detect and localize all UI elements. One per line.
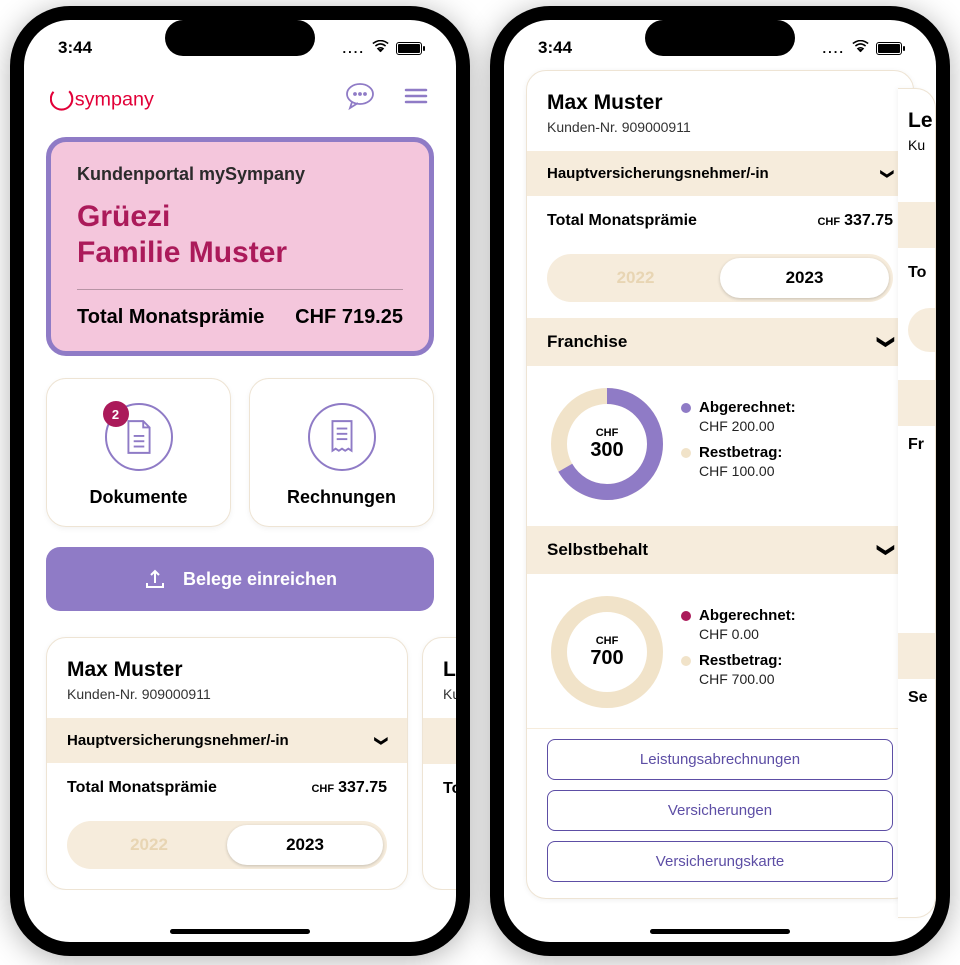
screen-1: 3:44 .... sympany [24, 20, 456, 942]
invoice-icon [308, 403, 376, 471]
tile-label: Dokumente [57, 487, 220, 508]
phone-frame-1: 3:44 .... sympany [10, 6, 470, 956]
premium-label: Total Monatsprämie [77, 306, 264, 329]
submit-label: Belege einreichen [183, 569, 337, 590]
year-toggle[interactable]: 2022 2023 [547, 254, 893, 302]
phone-frame-2: 3:44 .... Max Muster Kunden-Nr. 90900091… [490, 6, 950, 956]
greeting: GrüeziFamilie Muster [77, 199, 403, 271]
submit-receipts-button[interactable]: Belege einreichen [46, 547, 434, 611]
year-prev[interactable]: 2022 [71, 825, 227, 865]
franchise-block: CHF300 Abgerechnet: CHF 200.00 Restbetra… [527, 366, 913, 510]
member-name: Max Muster [67, 658, 387, 682]
badge-count: 2 [103, 401, 129, 427]
franchise-ring: CHF300 [547, 384, 667, 504]
tile-documents[interactable]: 2 Dokumente [46, 378, 231, 527]
chevron-down-icon: ❯ [374, 735, 390, 746]
tile-invoices[interactable]: Rechnungen [249, 378, 434, 527]
svg-text:sympany: sympany [75, 88, 154, 110]
member-number: Kunden-Nr. 909000911 [547, 119, 893, 135]
benefit-statements-button[interactable]: Leistungsabrechnungen [547, 739, 893, 780]
year-current[interactable]: 2023 [227, 825, 383, 865]
member-role-row[interactable]: Hauptversicherungsnehmer/-in ❯ [527, 151, 913, 196]
chat-icon[interactable] [344, 80, 376, 117]
member-card[interactable]: Max Muster Kunden-Nr. 909000911 Hauptver… [46, 637, 408, 890]
hero-card: Kundenportal mySympany GrüeziFamilie Mus… [46, 137, 434, 356]
wifi-icon [372, 40, 389, 57]
member-detail-card: Max Muster Kunden-Nr. 909000911 Hauptver… [526, 70, 914, 899]
deductible-header[interactable]: Selbstbehalt ❯ [527, 526, 913, 574]
year-toggle[interactable]: 2022 2023 [67, 821, 387, 869]
wifi-icon [852, 40, 869, 57]
screen-2: 3:44 .... Max Muster Kunden-Nr. 90900091… [504, 20, 936, 942]
status-dots: .... [343, 41, 365, 56]
insurance-card-button[interactable]: Versicherungskarte [547, 841, 893, 882]
year-prev[interactable]: 2022 [551, 258, 720, 298]
status-dots: .... [823, 41, 845, 56]
franchise-header[interactable]: Franchise ❯ [527, 318, 913, 366]
member-card-peek[interactable]: Le Ku To [422, 637, 456, 890]
member-name: Max Muster [547, 91, 893, 115]
portal-label: Kundenportal mySympany [77, 164, 403, 185]
battery-icon [396, 42, 422, 55]
status-time: 3:44 [58, 38, 92, 58]
status-time: 3:44 [538, 38, 572, 58]
notch [165, 20, 315, 56]
member-role-row[interactable]: Hauptversicherungsnehmer/-in ❯ [47, 718, 407, 763]
home-indicator[interactable] [170, 929, 310, 934]
insurances-button[interactable]: Versicherungen [547, 790, 893, 831]
chevron-down-icon: ❯ [880, 168, 896, 179]
deductible-block: CHF700 Abgerechnet: CHF 0.00 Restbetrag:… [527, 574, 913, 718]
member-premium-label: Total Monatsprämie [67, 779, 217, 797]
chevron-down-icon: ❯ [876, 543, 896, 557]
battery-icon [876, 42, 902, 55]
app-header: sympany [24, 58, 456, 127]
tile-label: Rechnungen [260, 487, 423, 508]
member-card-peek[interactable]: Le Ku To Fr Se [898, 88, 936, 918]
member-cards-scroll[interactable]: Max Muster Kunden-Nr. 909000911 Hauptver… [24, 611, 456, 890]
year-current[interactable]: 2023 [720, 258, 889, 298]
brand-logo[interactable]: sympany [50, 84, 182, 114]
member-number: Kunden-Nr. 909000911 [67, 686, 387, 702]
chevron-down-icon: ❯ [876, 335, 896, 349]
deductible-ring: CHF700 [547, 592, 667, 712]
document-icon: 2 [105, 403, 173, 471]
member-premium-label: Total Monatsprämie [547, 212, 697, 230]
home-indicator[interactable] [650, 929, 790, 934]
premium-value: CHF 719.25 [295, 306, 403, 329]
menu-icon[interactable] [402, 82, 430, 115]
notch [645, 20, 795, 56]
